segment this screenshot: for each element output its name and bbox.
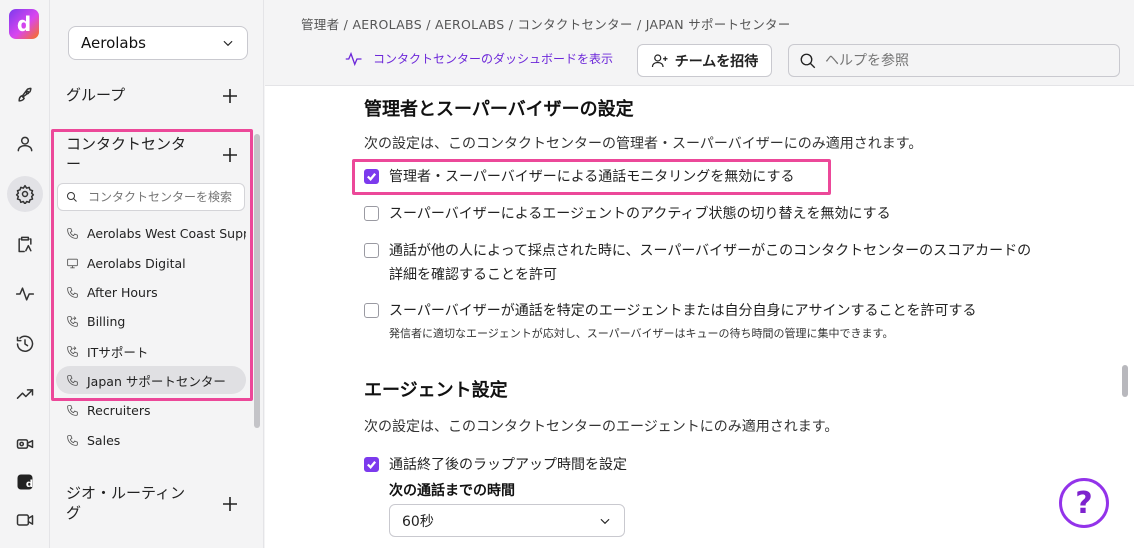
monitor-icon <box>67 258 78 268</box>
scorecard-detail-option[interactable]: 通話が他の人によって採点された時に、スーパーバイザーがこのコンタクトセンターのス… <box>364 239 1031 287</box>
video-settings-icon[interactable] <box>7 426 43 462</box>
user-add-icon <box>651 53 668 67</box>
gear-icon[interactable] <box>7 176 43 212</box>
rocket-icon[interactable] <box>7 77 43 113</box>
contact-center-item[interactable]: Recruiters <box>56 396 246 424</box>
next-call-time-select[interactable]: 60秒 <box>389 504 625 537</box>
contact-center-search[interactable] <box>57 183 245 211</box>
video-icon[interactable] <box>7 502 43 538</box>
app-logo[interactable]: d <box>9 9 39 39</box>
add-group-plus-icon[interactable] <box>222 88 238 104</box>
disable-monitoring-option[interactable]: 管理者・スーパーバイザーによる通話モニタリングを無効にする <box>364 165 794 189</box>
checkbox-checked[interactable] <box>364 457 379 472</box>
activity-icon[interactable] <box>7 276 43 312</box>
contact-center-item[interactable]: After Hours <box>56 278 246 306</box>
contact-center-item[interactable]: Sales <box>56 426 246 454</box>
admin-section-title: 管理者とスーパーバイザーの設定 <box>364 99 634 120</box>
wrapup-option[interactable]: 通話終了後のラップアップ時間を設定 <box>364 453 627 477</box>
assign-calls-option[interactable]: スーパーバイザーが通話を特定のエージェントまたは自分自身にアサインすることを許可… <box>364 299 976 323</box>
checkbox-checked[interactable] <box>364 169 379 184</box>
history-icon[interactable] <box>7 326 43 362</box>
breadcrumb: 管理者 / AEROLABS / AEROLABS / コンタクトセンター / … <box>301 17 791 32</box>
admin-section-description: 次の設定は、このコンタクトセンターの管理者・スーパーバイザーにのみ適用されます。 <box>364 136 923 152</box>
next-call-label: 次の通話までの時間 <box>389 483 515 499</box>
icon-rail: d d <box>0 0 50 548</box>
phone-icon <box>67 374 78 386</box>
add-contact-center-plus-icon[interactable] <box>222 147 238 163</box>
chevron-down-icon <box>223 40 233 47</box>
checkbox[interactable] <box>364 206 379 221</box>
activity-icon <box>345 51 362 66</box>
settings-content: 管理者とスーパーバイザーの設定 次の設定は、このコンタクトセンターの管理者・スー… <box>265 87 1134 548</box>
add-geo-routing-plus-icon[interactable] <box>222 496 238 512</box>
contact-center-item[interactable]: ITサポート <box>56 337 246 365</box>
user-icon[interactable] <box>7 126 43 162</box>
help-search-input[interactable] <box>825 52 1105 69</box>
phone-forward-icon <box>67 345 78 357</box>
assign-calls-note: 発信者に適切なエージェントが応対し、スーパーバイザーはキューの待ち時間の管理に集… <box>389 327 894 340</box>
top-bar: 管理者 / AEROLABS / AEROLABS / コンタクトセンター / … <box>265 0 1134 86</box>
contact-center-search-input[interactable] <box>88 190 238 204</box>
help-search[interactable] <box>788 44 1120 77</box>
workspace-select[interactable]: Aerolabs <box>68 26 248 60</box>
help-button[interactable]: ? <box>1059 478 1109 528</box>
chevron-down-icon <box>600 518 610 524</box>
search-icon <box>67 192 77 202</box>
ai-icon[interactable]: d <box>7 464 43 500</box>
check-icon <box>367 461 377 469</box>
phone-icon <box>67 404 78 416</box>
main-scrollbar[interactable] <box>1122 365 1128 397</box>
disable-active-toggle-option[interactable]: スーパーバイザーによるエージェントのアクティブ状態の切り替えを無効にする <box>364 202 891 226</box>
clipboard-icon[interactable] <box>7 226 43 262</box>
contact-center-item[interactable]: Aerolabs West Coast Supp... <box>56 219 246 247</box>
sidebar-scrollbar[interactable] <box>254 134 260 428</box>
phone-icon <box>67 286 78 298</box>
settings-sidebar: Aerolabs グループ コンタクトセンタ ー Aerolabs West C… <box>50 0 264 548</box>
phone-forward-icon <box>67 315 78 327</box>
contact-center-item[interactable]: Billing <box>56 307 246 335</box>
contact-center-item[interactable]: Aerolabs Digital <box>56 249 246 277</box>
check-icon <box>367 173 377 181</box>
agent-section-title: エージェント設定 <box>364 380 508 401</box>
agent-section-description: 次の設定は、このコンタクトセンターのエージェントにのみ適用されます。 <box>364 419 839 435</box>
search-icon <box>800 53 816 68</box>
invite-team-button[interactable]: チームを招待 <box>637 44 772 77</box>
checkbox[interactable] <box>364 303 379 318</box>
dashboard-link[interactable]: コンタクトセンターのダッシュボードを表示 <box>345 50 613 67</box>
phone-icon <box>67 434 78 446</box>
checkbox[interactable] <box>364 243 379 258</box>
geo-routing-heading: ジオ・ルーティン グ <box>66 484 186 522</box>
sidebar-list: グループ コンタクトセンタ ー Aerolabs West Coast Supp… <box>50 78 263 548</box>
trending-icon[interactable] <box>7 376 43 412</box>
contact-center-item-selected[interactable]: Japan サポートセンター <box>56 366 246 394</box>
main-panel: 管理者 / AEROLABS / AEROLABS / コンタクトセンター / … <box>265 0 1134 548</box>
contact-center-heading: コンタクトセンタ ー <box>66 135 187 173</box>
svg-text:d: d <box>26 479 33 490</box>
groups-heading: グループ <box>66 86 126 104</box>
phone-icon <box>67 227 78 239</box>
